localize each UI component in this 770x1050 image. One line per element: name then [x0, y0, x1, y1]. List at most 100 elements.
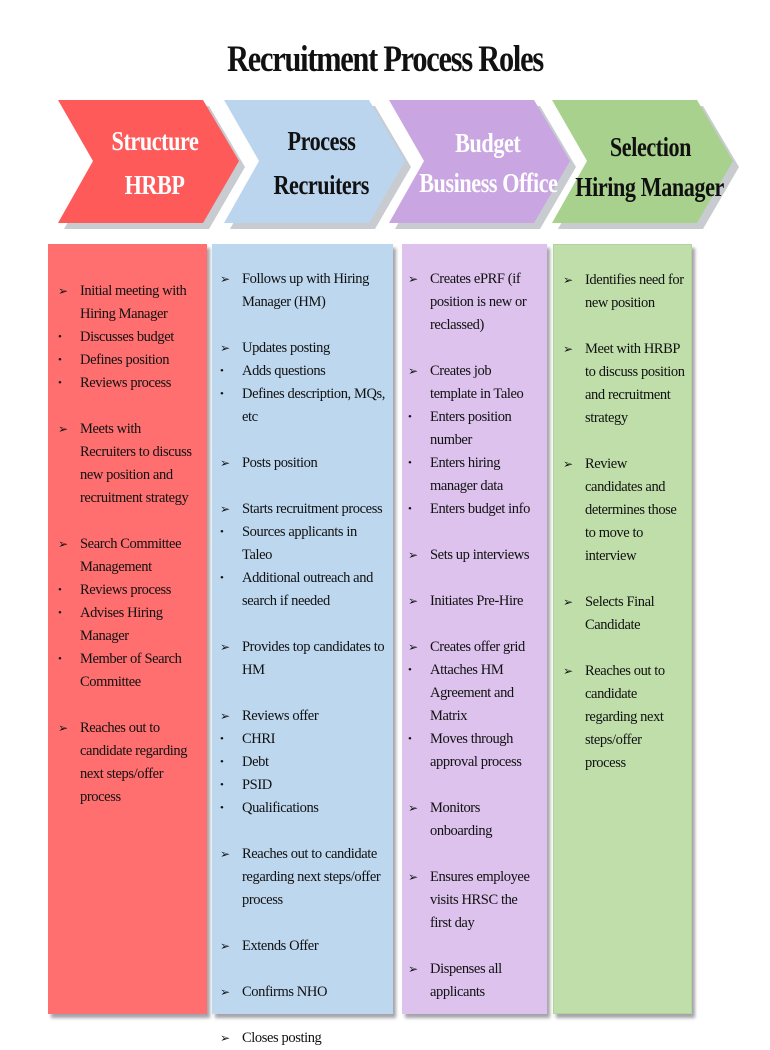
task-list-budget: ➢ Creates ePRF (if position is new or rec… [402, 244, 547, 1004]
arrow-bullet-icon: ➢ [58, 721, 68, 735]
spacer [58, 395, 199, 418]
task-item: ➢ Creates job template in Taleo [408, 360, 541, 406]
subtask-item: • PSID [220, 774, 387, 797]
spacer [408, 567, 541, 590]
task-text: Advises Hiring Manager [80, 605, 163, 644]
spacer [220, 682, 387, 705]
task-text: Identifies need for new position [585, 272, 684, 311]
task-text: Reviews process [80, 582, 172, 598]
dot-bullet-icon: • [58, 377, 62, 389]
task-text: Confirms NHO [242, 984, 328, 1000]
task-item: ➢ Selects Final Candidate [563, 591, 685, 637]
spacer [563, 637, 685, 660]
spacer [408, 337, 541, 360]
arrow-bullet-icon: ➢ [220, 985, 230, 999]
stage-name: Structure [111, 126, 199, 156]
task-item: ➢ Sets up interviews [408, 544, 541, 567]
spacer [408, 613, 541, 636]
spacer [220, 475, 387, 498]
panel-selection: ➢ Identifies need for new position ➢ Meet w… [553, 244, 692, 1014]
subtask-item: • Sources applicants in Taleo [220, 521, 387, 567]
task-text: Discusses budget [80, 329, 174, 345]
task-text: Additional outreach and search if needed [242, 570, 373, 609]
subtask-item: • Adds questions [220, 360, 387, 383]
spacer [220, 613, 387, 636]
spacer [220, 429, 387, 452]
dot-bullet-icon: • [408, 411, 412, 423]
page-title: Recruitment Process Roles [227, 39, 544, 80]
spacer [220, 958, 387, 981]
spacer [563, 315, 685, 338]
dot-bullet-icon: • [220, 802, 224, 814]
subtask-item: • Reviews process [58, 372, 199, 395]
panel-process: ➢ Follows up with Hiring Manager (HM) ➢ Upd… [212, 244, 393, 1046]
task-item: ➢ Confirms NHO [220, 981, 387, 1004]
dot-bullet-icon: • [220, 526, 224, 538]
dot-bullet-icon: • [58, 584, 62, 596]
arrow-bullet-icon: ➢ [408, 801, 418, 815]
task-text: Moves through approval process [430, 731, 522, 770]
task-text: Ensures employee visits HRSC the first d… [430, 869, 530, 931]
arrow-bullet-icon: ➢ [220, 709, 230, 723]
stage-role: HRBP [125, 170, 185, 200]
arrow-bullet-icon: ➢ [408, 594, 418, 608]
task-item: ➢ Posts position [220, 452, 387, 475]
task-text: Enters hiring manager data [430, 455, 503, 494]
task-text: PSID [242, 777, 272, 793]
task-text: Follows up with Hiring Manager (HM) [242, 271, 369, 310]
subtask-item: • CHRI [220, 728, 387, 751]
task-text: Reaches out to candidate regarding next … [80, 720, 188, 805]
arrow-bullet-icon: ➢ [563, 342, 573, 356]
task-text: Attaches HM Agreement and Matrix [430, 662, 514, 724]
spacer [408, 521, 541, 544]
subtask-item: • Enters position number [408, 406, 541, 452]
arrow-bullet-icon: ➢ [563, 457, 573, 471]
dot-bullet-icon: • [220, 388, 224, 400]
chevron-label-structure: Structure HRBP [58, 98, 242, 228]
task-text: Reviews offer [242, 708, 319, 724]
task-item: ➢ Initiates Pre-Hire [408, 590, 541, 613]
subtask-item: • Defines position [58, 349, 199, 372]
subtask-item: • Enters hiring manager data [408, 452, 541, 498]
stage-role: Business Office [418, 168, 558, 198]
task-text: Initiates Pre-Hire [430, 593, 524, 609]
spacer [563, 568, 685, 591]
arrow-bullet-icon: ➢ [220, 939, 230, 953]
arrow-bullet-icon: ➢ [220, 341, 230, 355]
task-text: Posts position [242, 455, 318, 471]
arrow-bullet-icon: ➢ [58, 284, 68, 298]
task-text: Sources applicants in Taleo [242, 524, 357, 563]
task-item: ➢ Search Committee Management [58, 533, 199, 579]
task-item: ➢ Meet with HRBP to discuss position and … [563, 338, 685, 430]
arrow-bullet-icon: ➢ [408, 870, 418, 884]
chevron-process: Process Recruiters [224, 98, 411, 229]
dot-bullet-icon: • [58, 607, 62, 619]
chevron-structure: Structure HRBP [58, 98, 245, 229]
task-text: Reaches out to candidate regarding next … [242, 846, 381, 908]
spacer [220, 314, 387, 337]
task-text: Creates job template in Taleo [430, 363, 524, 402]
spacer [58, 510, 199, 533]
arrow-bullet-icon: ➢ [220, 640, 230, 654]
dot-bullet-icon: • [408, 457, 412, 469]
task-item: ➢ Extends Offer [220, 935, 387, 958]
task-text: Meets with Recruiters to discuss new pos… [80, 421, 192, 506]
panel-structure: ➢ Initial meeting with Hiring Manager • Dis… [48, 244, 207, 1014]
stage-name: Budget [455, 128, 521, 158]
task-text: Provides top candidates to HM [242, 639, 385, 678]
subtask-item: • Qualifications [220, 797, 387, 820]
spacer [408, 935, 541, 958]
task-item: ➢ Closes posting [220, 1027, 387, 1050]
arrow-bullet-icon: ➢ [220, 1031, 230, 1045]
subtask-item: • Attaches HM Agreement and Matrix [408, 659, 541, 728]
arrow-bullet-icon: ➢ [408, 272, 418, 286]
dot-bullet-icon: • [408, 503, 412, 515]
spacer [408, 774, 541, 797]
task-item: ➢ Updates posting [220, 337, 387, 360]
stage-role: Hiring Manager [575, 172, 725, 202]
spacer [220, 820, 387, 843]
spacer [563, 430, 685, 453]
arrow-bullet-icon: ➢ [563, 664, 573, 678]
arrow-bullet-icon: ➢ [220, 502, 230, 516]
task-item: ➢ Meets with Recruiters to discuss new po… [58, 418, 199, 510]
